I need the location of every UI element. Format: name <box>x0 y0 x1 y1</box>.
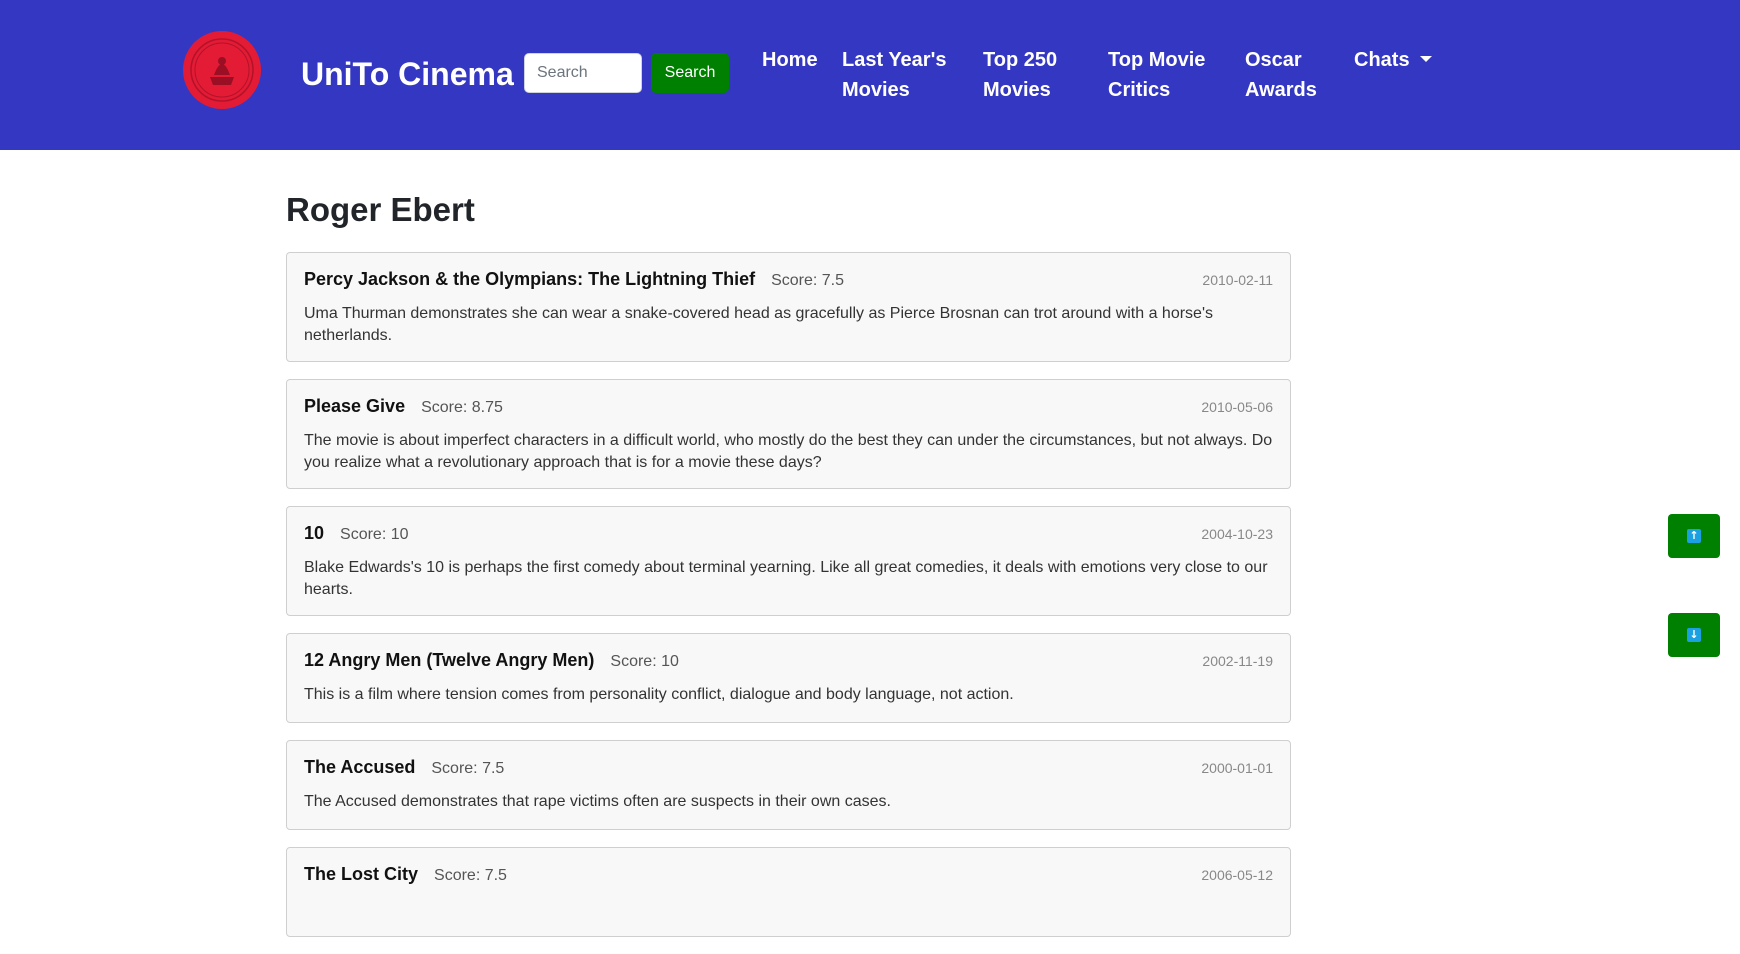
search-input[interactable] <box>524 53 642 93</box>
nav-oscar-awards[interactable]: Oscar Awards <box>1245 45 1317 105</box>
review-score: Score: 10 <box>340 526 409 543</box>
review-text: This is a film where tension comes from … <box>304 686 1014 703</box>
review-score: Score: 7.5 <box>434 867 507 884</box>
review-movie-title[interactable]: Please Give <box>304 396 405 417</box>
nav-top-movie-critics[interactable]: Top Movie Critics <box>1108 45 1205 105</box>
review-score: Score: 8.75 <box>421 399 503 416</box>
review-header: Please Give Score: 8.75 2010-05-06 <box>304 396 1273 424</box>
review-text: Uma Thurman demonstrates she can wear a … <box>304 305 1214 344</box>
review-list: Percy Jackson & the Olympians: The Light… <box>286 252 1291 954</box>
review-movie-title[interactable]: 12 Angry Men (Twelve Angry Men) <box>304 650 594 671</box>
review-movie-title[interactable]: 10 <box>304 523 324 544</box>
nav-chats-dropdown[interactable]: Chats <box>1354 45 1432 75</box>
review-header: 12 Angry Men (Twelve Angry Men) Score: 10… <box>304 650 1273 678</box>
review-card: Please Give Score: 8.75 2010-05-06 The movi… <box>286 379 1291 489</box>
review-card: 10 Score: 10 2004-10-23 Blake Edwards's 10 … <box>286 506 1291 616</box>
review-date: 2006-05-12 <box>1201 867 1273 883</box>
review-card: 12 Angry Men (Twelve Angry Men) Score: 10… <box>286 633 1291 723</box>
review-movie-title[interactable]: The Lost City <box>304 864 418 885</box>
review-card: Percy Jackson & the Olympians: The Light… <box>286 252 1291 362</box>
nav-last-years-movies[interactable]: Last Year's Movies <box>842 45 946 105</box>
review-card: The Lost City Score: 7.5 2006-05-12 <box>286 847 1291 937</box>
review-score: Score: 7.5 <box>431 760 505 777</box>
review-header: 10 Score: 10 2004-10-23 <box>304 523 1273 551</box>
nav-chats-label: Chats <box>1354 49 1410 71</box>
review-text: The movie is about imperfect characters … <box>304 432 1273 471</box>
review-score: Score: 7.5 <box>771 272 845 289</box>
review-date: 2004-10-23 <box>1201 526 1273 542</box>
review-date: 2000-01-01 <box>1201 760 1273 776</box>
review-text: Blake Edwards's 10 is perhaps the first … <box>304 559 1268 598</box>
nav-home[interactable]: Home <box>762 45 818 75</box>
review-header: Percy Jackson & the Olympians: The Light… <box>304 269 1273 297</box>
page-title: Roger Ebert <box>286 191 475 228</box>
chevron-down-icon <box>1419 56 1432 62</box>
unito-seal-icon[interactable] <box>183 31 261 109</box>
review-date: 2010-02-11 <box>1202 272 1273 288</box>
review-movie-title[interactable]: The Accused <box>304 757 415 778</box>
review-score: Score: 10 <box>610 653 679 670</box>
review-header: The Lost City Score: 7.5 2006-05-12 <box>304 864 1273 892</box>
arrow-up-icon: ↑ <box>1687 529 1701 543</box>
nav-top-250-movies[interactable]: Top 250 Movies <box>983 45 1057 105</box>
review-movie-title[interactable]: Percy Jackson & the Olympians: The Light… <box>304 269 755 290</box>
navbar: UniTo Cinema Search Home Last Year's Mov… <box>0 0 1740 150</box>
search-button[interactable]: Search <box>651 53 729 93</box>
review-date: 2002-11-19 <box>1202 653 1273 669</box>
review-header: The Accused Score: 7.5 2000-01-01 <box>304 757 1273 785</box>
review-card: The Accused Score: 7.5 2000-01-01 The Accus… <box>286 740 1291 830</box>
arrow-down-icon: ↓ <box>1687 628 1701 642</box>
scroll-up-button[interactable]: ↑ <box>1668 514 1720 558</box>
scroll-down-button[interactable]: ↓ <box>1668 613 1720 657</box>
brand-name[interactable]: UniTo Cinema <box>301 54 514 94</box>
review-text: The Accused demonstrates that rape victi… <box>304 793 891 810</box>
review-date: 2010-05-06 <box>1201 399 1273 415</box>
